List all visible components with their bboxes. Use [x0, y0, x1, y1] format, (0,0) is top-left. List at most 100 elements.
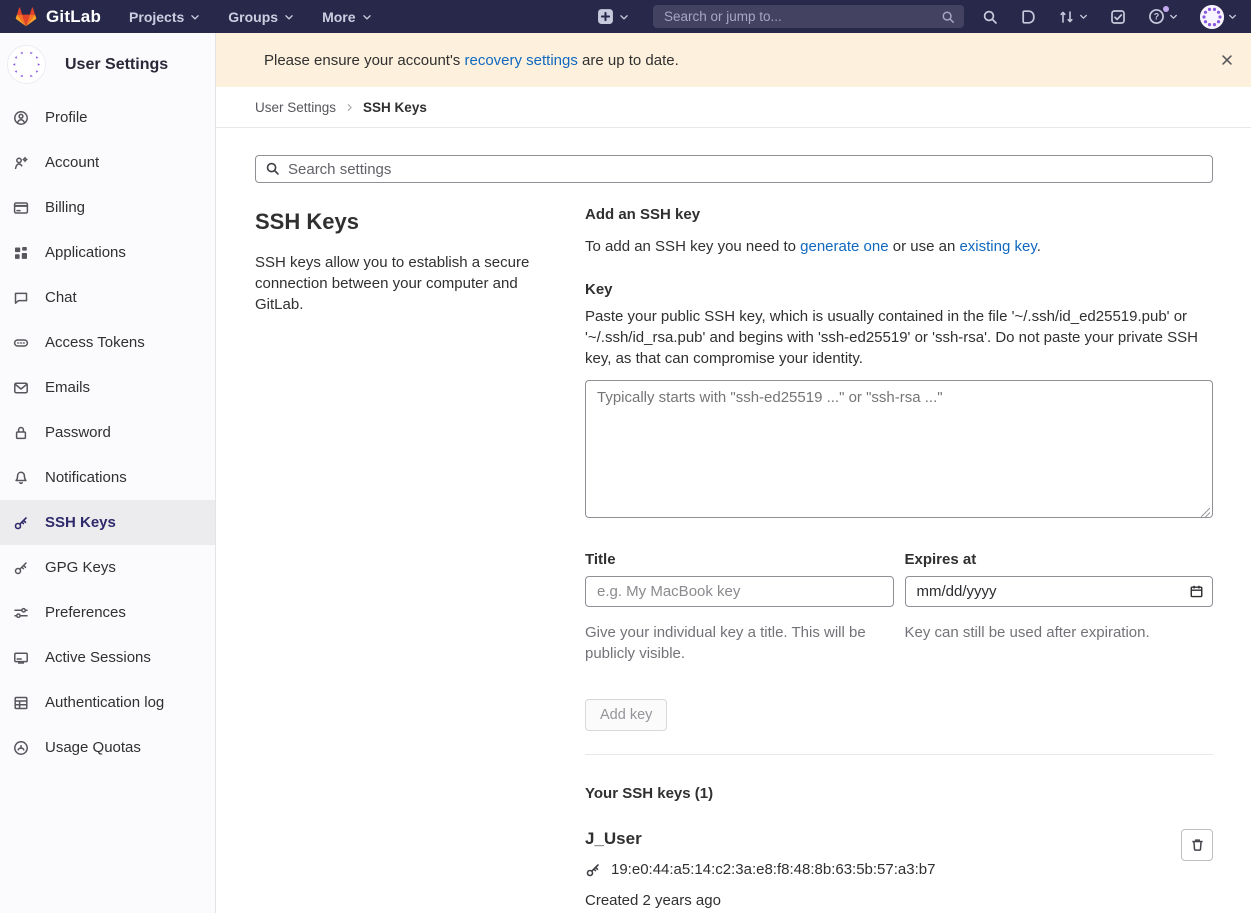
- breadcrumb-current: SSH Keys: [363, 100, 427, 115]
- user-menu-button[interactable]: [1200, 5, 1237, 29]
- sidebar-item-password[interactable]: Password: [0, 410, 215, 455]
- your-ssh-keys-heading: Your SSH keys (1): [585, 785, 1213, 802]
- sidebar-item-authentication-log[interactable]: Authentication log: [0, 680, 215, 725]
- merge-requests-button[interactable]: [1058, 9, 1088, 25]
- plus-square-icon: [597, 8, 614, 25]
- sidebar-item-billing[interactable]: Billing: [0, 185, 215, 230]
- title-label: Title: [585, 551, 894, 568]
- sidebar-item-account[interactable]: Account: [0, 140, 215, 185]
- recovery-settings-link[interactable]: recovery settings: [464, 52, 577, 69]
- sidebar-item-label: Usage Quotas: [45, 739, 141, 756]
- top-navbar: GitLab Projects Groups More: [0, 0, 1251, 33]
- password-icon: [13, 425, 29, 441]
- title-input[interactable]: [585, 576, 894, 607]
- chevron-down-icon: [190, 12, 200, 22]
- sidebar-item-profile[interactable]: Profile: [0, 95, 215, 140]
- global-search: [653, 5, 964, 28]
- sidebar-item-label: SSH Keys: [45, 514, 116, 531]
- section-description: SSH keys allow you to establish a secure…: [255, 252, 536, 315]
- sidebar-item-label: Billing: [45, 199, 85, 216]
- nav-projects[interactable]: Projects: [129, 9, 200, 25]
- key-help-text: Paste your public SSH key, which is usua…: [585, 306, 1213, 369]
- banner-text-after: are up to date.: [578, 52, 679, 69]
- sidebar-item-notifications[interactable]: Notifications: [0, 455, 215, 500]
- calendar-icon[interactable]: [1189, 584, 1204, 599]
- sidebar-item-emails[interactable]: Emails: [0, 365, 215, 410]
- sidebar-item-label: Applications: [45, 244, 126, 261]
- sidebar-item-usage-quotas[interactable]: Usage Quotas: [0, 725, 215, 770]
- sidebar-header: User Settings: [0, 33, 215, 95]
- breadcrumb-user-settings[interactable]: User Settings: [255, 100, 336, 115]
- ssh-keys-section: SSH Keys SSH keys allow you to establish…: [216, 183, 1251, 913]
- sidebar-item-label: Active Sessions: [45, 649, 151, 666]
- content-area: Please ensure your account's recovery se…: [216, 33, 1251, 913]
- expires-date-input[interactable]: [905, 576, 1214, 607]
- sidebar-item-label: Notifications: [45, 469, 127, 486]
- sidebar-item-active-sessions[interactable]: Active Sessions: [0, 635, 215, 680]
- global-search-input[interactable]: [664, 9, 941, 24]
- divider: [585, 754, 1213, 755]
- expires-help-text: Key can still be used after expiration.: [905, 622, 1190, 643]
- sidebar-item-label: Account: [45, 154, 99, 171]
- nav-groups[interactable]: Groups: [228, 9, 294, 25]
- intro-text: or use an: [889, 238, 960, 255]
- issues-button[interactable]: [1020, 9, 1036, 25]
- active-sessions-icon: [13, 650, 29, 666]
- search-icon: [982, 9, 998, 25]
- sidebar-item-label: Chat: [45, 289, 77, 306]
- ssh-key-list-item: J_User 19:e0:44:a5:14:c2:3a:e8:f8:48:8b:…: [585, 829, 1213, 913]
- search-button[interactable]: [982, 9, 998, 25]
- sidebar-item-applications[interactable]: Applications: [0, 230, 215, 275]
- todos-button[interactable]: [1110, 9, 1126, 25]
- sidebar-item-label: Access Tokens: [45, 334, 145, 351]
- sidebar-nav: Profile Account Billing Applications Cha…: [0, 95, 215, 770]
- svg-text:?: ?: [1154, 12, 1160, 22]
- chevron-down-icon: [1169, 12, 1178, 21]
- page-title: SSH Keys: [255, 209, 536, 235]
- chevron-down-icon: [619, 12, 629, 22]
- banner-close-button[interactable]: [1216, 49, 1238, 71]
- sidebar-item-ssh-keys[interactable]: SSH Keys: [0, 500, 215, 545]
- ssh-key-fingerprint: 19:e0:44:a5:14:c2:3a:e8:f8:48:8b:63:5b:5…: [611, 861, 935, 878]
- section-body: Add an SSH key To add an SSH key you nee…: [585, 204, 1213, 913]
- intro-text: To add an SSH key you need to: [585, 238, 800, 255]
- todos-icon: [1110, 9, 1126, 25]
- help-button[interactable]: ?: [1148, 8, 1178, 25]
- new-menu-button[interactable]: [597, 8, 629, 25]
- sidebar-item-gpg-keys[interactable]: GPG Keys: [0, 545, 215, 590]
- ssh-keys-icon: [13, 515, 29, 531]
- ssh-key-created: Created 2 years ago: [585, 892, 1157, 909]
- banner-text-before: Please ensure your account's: [264, 52, 464, 69]
- profile-icon: [13, 110, 29, 126]
- sidebar-item-label: Password: [45, 424, 111, 441]
- resize-grip[interactable]: [1201, 508, 1210, 517]
- add-key-button[interactable]: Add key: [585, 699, 667, 731]
- add-ssh-key-intro: To add an SSH key you need to generate o…: [585, 236, 1213, 257]
- sidebar-item-access-tokens[interactable]: Access Tokens: [0, 320, 215, 365]
- sidebar-item-label: GPG Keys: [45, 559, 116, 576]
- key-textarea[interactable]: [585, 380, 1213, 518]
- merge-requests-icon: [1058, 9, 1075, 25]
- nav-more[interactable]: More: [322, 9, 371, 25]
- chevron-down-icon: [362, 12, 372, 22]
- ssh-key-fingerprint-row: 19:e0:44:a5:14:c2:3a:e8:f8:48:8b:63:5b:5…: [585, 861, 1157, 878]
- settings-search-input[interactable]: [255, 155, 1213, 183]
- add-ssh-key-heading: Add an SSH key: [585, 206, 1213, 223]
- access-tokens-icon: [13, 335, 29, 351]
- chevron-down-icon: [1079, 12, 1088, 21]
- existing-key-link[interactable]: existing key: [959, 238, 1036, 255]
- user-avatar: [1200, 5, 1224, 29]
- gitlab-home-link[interactable]: GitLab: [14, 5, 101, 28]
- section-info: SSH Keys SSH keys allow you to establish…: [255, 204, 536, 913]
- generate-one-link[interactable]: generate one: [800, 238, 888, 255]
- sidebar-item-preferences[interactable]: Preferences: [0, 590, 215, 635]
- banner-text: Please ensure your account's recovery se…: [264, 52, 679, 69]
- key-icon: [585, 862, 601, 878]
- gpg-keys-icon: [13, 560, 29, 576]
- ssh-key-title: J_User: [585, 829, 1157, 849]
- settings-sidebar: User Settings Profile Account Billing Ap…: [0, 33, 216, 913]
- breadcrumb: User Settings SSH Keys: [216, 87, 1251, 128]
- sidebar-item-chat[interactable]: Chat: [0, 275, 215, 320]
- expires-label: Expires at: [905, 551, 1214, 568]
- delete-key-button[interactable]: [1181, 829, 1213, 861]
